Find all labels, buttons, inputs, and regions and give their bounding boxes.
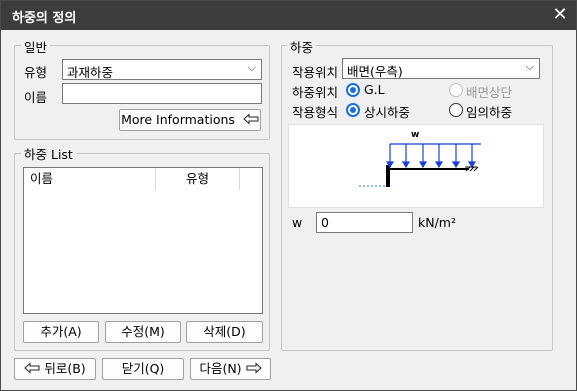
w-unit: kN/m² [418,215,456,230]
arrow-left-icon [243,113,259,125]
general-legend: 일반 [21,37,51,56]
edit-button[interactable]: 수정(M) [105,321,181,343]
load-list-legend: 하중 List [21,144,76,163]
name-input[interactable] [62,83,262,104]
chevron-down-icon: ⌵ [247,61,256,74]
back-button-label: 뒤로(B) [44,361,86,376]
next-button[interactable]: 다음(N) [190,358,271,380]
close-icon[interactable]: ✕ [548,4,572,26]
name-label: 이름 [24,90,48,105]
w-input[interactable]: 0 [316,212,413,233]
load-position-gl-radio[interactable] [346,83,360,97]
window-title: 하중의 정의 [12,11,77,26]
delete-button[interactable]: 삭제(D) [186,321,263,343]
load-position-gl-label: G.L [364,82,385,97]
type-select-value: 과재하중 [67,65,114,80]
action-temporary-radio[interactable] [449,103,463,117]
action-type-label: 작용형식 [292,105,339,120]
arrow-left-icon [24,362,40,374]
more-informations-button[interactable]: More Informations [119,109,261,131]
load-position-back-top-label: 배면상단 [466,85,513,100]
load-position-label: 하중위치 [292,85,339,100]
load-definition-dialog: 하중의 정의 ✕ 일반 유형 과재하중 ⌵ 이름 More Informatio… [0,0,577,391]
type-label: 유형 [24,65,48,80]
back-button[interactable]: 뒤로(B) [14,358,96,380]
position-select[interactable]: 배면(우측) ⌵ [342,58,540,79]
chevron-down-icon: ⌵ [525,60,534,73]
action-permanent-label: 상시하중 [364,105,411,120]
title-bar: 하중의 정의 ✕ [1,1,576,30]
add-button[interactable]: 추가(A) [23,321,99,343]
w-label: w [292,215,303,230]
more-informations-label: More Informations [121,112,235,127]
next-button-label: 다음(N) [199,361,242,376]
type-select[interactable]: 과재하중 ⌵ [62,59,262,80]
w-input-value: 0 [321,215,329,230]
load-list[interactable]: 이름 유형 [23,167,263,314]
action-temporary-label: 임의하중 [466,105,513,120]
diagram-w-label: w [411,130,420,140]
column-header-name[interactable]: 이름 [24,168,156,190]
load-position-back-top-radio[interactable] [449,83,463,97]
load-legend: 하중 [287,37,317,56]
load-diagram: w [288,124,544,208]
action-permanent-radio[interactable] [346,103,360,117]
arrow-right-icon [246,362,262,374]
position-select-value: 배면(우측) [347,64,403,79]
column-header-type[interactable]: 유형 [156,168,240,190]
close-button[interactable]: 닫기(Q) [102,358,184,380]
position-label: 작용위치 [292,65,339,80]
